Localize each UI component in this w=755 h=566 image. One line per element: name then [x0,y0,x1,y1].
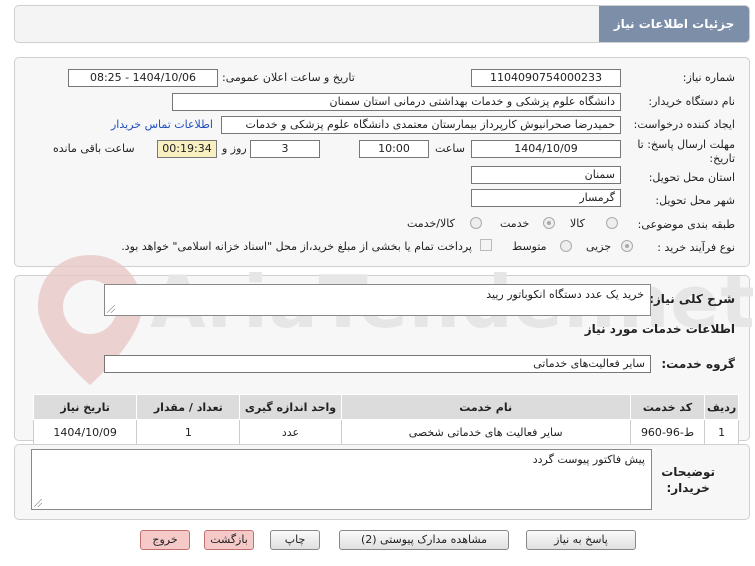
process-radio-minor[interactable] [621,240,633,252]
service-group-field[interactable]: سایر فعالیت‌های خدماتی [104,355,651,373]
announce-label: تاریخ و ساعت اعلان عمومی: [222,71,355,84]
table-header-row: ردیف کد خدمت نام خدمت واحد اندازه گیری ت… [32,394,739,420]
reply-button[interactable]: پاسخ به نیاز [526,530,636,550]
cell-row-number: 1 [704,419,739,445]
services-table-wrapper: ردیف کد خدمت نام خدمت واحد اندازه گیری ت… [32,394,739,445]
buyer-field[interactable]: دانشگاه علوم پزشکی و خدمات بهداشتی درمان… [172,93,621,111]
cell-quantity: 1 [136,419,241,445]
category-label: طبقه بندی موضوعی: [637,218,735,231]
process-label: نوع فرآیند خرید : [657,241,735,254]
city-field[interactable]: گرمسار [471,189,621,207]
category-radio-goods-service[interactable] [470,217,482,229]
treasury-checkbox[interactable] [480,239,492,251]
need-number-field[interactable]: 1104090754000233 [471,69,621,87]
deadline-time-field[interactable]: 10:00 [359,140,429,158]
creator-field[interactable]: حمیدرضا صحرانیوش کارپرداز بیمارستان معتم… [221,116,621,134]
category-radio-goods[interactable] [606,217,618,229]
buyer-notes-text: پیش فاکتور پیوست گردد [532,453,645,466]
title-bar: جزئیات اطلاعات نیاز [14,5,750,43]
buyer-notes-label-line1: توضیحات [661,465,715,479]
creator-label: ایجاد کننده درخواست: [633,118,735,131]
col-unit: واحد اندازه گیری [239,394,342,420]
services-table: ردیف کد خدمت نام خدمت واحد اندازه گیری ت… [32,394,739,445]
category-option-goods: کالا [570,217,585,230]
process-radio-medium[interactable] [560,240,572,252]
col-row-number: ردیف [704,394,739,420]
announce-field[interactable]: 1404/10/06 - 08:25 [68,69,218,87]
process-option-medium: متوسط [512,240,547,253]
time-label: ساعت [435,142,465,155]
category-option-goods-service: کالا/خدمت [407,217,455,230]
days-label: روز و [222,142,247,155]
remaining-label: ساعت باقی مانده [53,142,135,155]
buyer-notes-textarea[interactable]: پیش فاکتور پیوست گردد [31,449,652,510]
need-number-label: شماره نیاز: [682,71,735,84]
print-button[interactable]: چاپ [270,530,320,550]
province-label: استان محل تحویل: [648,171,735,184]
category-option-service: خدمت [500,217,530,230]
attachments-button[interactable]: مشاهده مدارک پیوستی (2) [339,530,509,550]
days-field[interactable]: 3 [250,140,320,158]
resize-grip-icon[interactable] [34,499,42,507]
buyer-notes-label: توضیحات خریدار: [661,464,715,496]
cell-need-date: 1404/10/09 [32,419,138,445]
category-radio-service[interactable] [543,217,555,229]
deadline-date-field[interactable]: 1404/10/09 [471,140,621,158]
deadline-label: مهلت ارسال پاسخ: تا تاریخ: [637,138,735,165]
cell-unit: عدد [239,419,342,445]
summary-textarea[interactable]: خرید یک عدد دستگاه انکوباتور ریید [104,284,651,316]
cell-service-code: ط-96-960 [629,419,706,445]
buyer-label: نام دستگاه خریدار: [648,95,735,108]
summary-text: خرید یک عدد دستگاه انکوباتور ریید [486,288,644,301]
col-quantity: تعداد / مقدار [136,394,241,420]
service-group-label: گروه خدمت: [661,357,735,371]
exit-button[interactable]: خروج [140,530,190,550]
city-label: شهر محل تحویل: [655,194,735,207]
table-row[interactable]: 1 ط-96-960 سایر فعالیت های خدماتی شخصی ع… [32,419,739,445]
col-need-date: تاریخ نیاز [32,394,138,420]
back-button[interactable]: بازگشت [204,530,254,550]
col-service-code: کد خدمت [629,394,706,420]
buyer-contact-link[interactable]: اطلاعات تماس خریدار [111,118,213,131]
remaining-time: 00:19:34 [157,140,217,158]
process-option-minor: جزیی [586,240,612,253]
buyer-notes-label-line2: خریدار: [666,481,710,495]
treasury-note: پرداخت تمام یا بخشی از مبلغ خرید،از محل … [121,240,472,253]
resize-grip-icon[interactable] [107,305,115,313]
summary-label: شرح کلی نیاز: [649,292,735,306]
services-section-title: اطلاعات خدمات مورد نیاز [584,322,735,336]
cell-service-name: سایر فعالیت های خدماتی شخصی [340,419,631,445]
page-title: جزئیات اطلاعات نیاز [599,6,749,42]
col-service-name: نام خدمت [340,394,631,420]
province-field[interactable]: سمنان [471,166,621,184]
